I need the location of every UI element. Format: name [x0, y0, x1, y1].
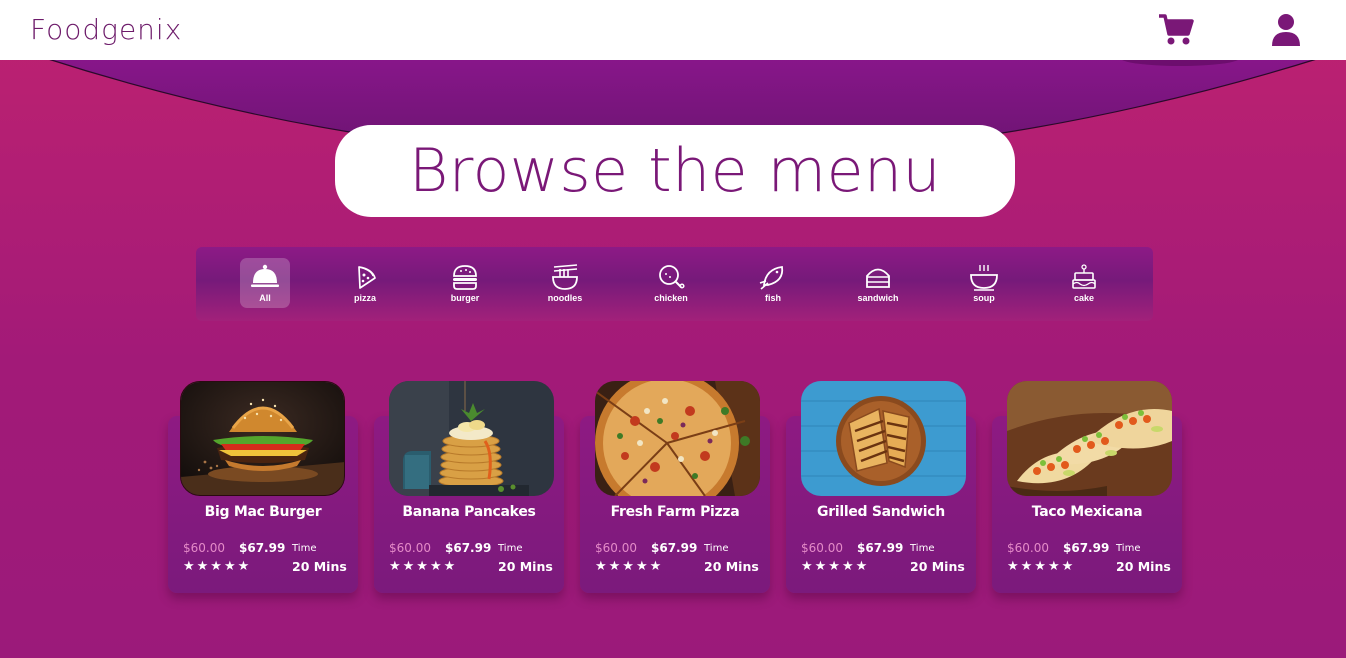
product-image-tacos [1007, 381, 1172, 496]
category-label: burger [450, 293, 480, 303]
current-price: $67.99 [857, 541, 904, 555]
user-account-button[interactable] [1270, 12, 1302, 48]
category-label: pizza [353, 293, 376, 303]
product-card[interactable]: Fresh Farm Pizza $60.00 $67.99 Time 20 M… [580, 381, 770, 593]
product-name: Fresh Farm Pizza [610, 504, 740, 520]
original-price: $60.00 [1007, 541, 1049, 555]
category-fish[interactable]: fish [748, 258, 798, 308]
category-burger[interactable]: burger [440, 258, 490, 308]
product-name: Banana Pancakes [402, 504, 536, 520]
original-price: $60.00 [389, 541, 431, 555]
category-label: soup [973, 293, 995, 303]
category-cake[interactable]: cake [1059, 258, 1109, 308]
time-label: Time [292, 543, 317, 554]
time-label: Time [704, 543, 729, 554]
product-name: Big Mac Burger [204, 504, 322, 520]
category-label: noodles [547, 293, 583, 303]
star-rating: ★★★★★ [389, 559, 458, 574]
product-image-pizza [595, 381, 760, 496]
cart-icon [1159, 14, 1194, 45]
product-card[interactable]: Grilled Sandwich $60.00 $67.99 Time 20 M… [786, 381, 976, 593]
time-label: Time [910, 543, 935, 554]
star-rating: ★★★★★ [801, 559, 870, 574]
time-label: Time [498, 543, 523, 554]
top-navbar: Foodgenix [0, 0, 1346, 60]
prep-time: 20 Mins [498, 559, 553, 574]
chicken-icon [659, 265, 685, 289]
sandwich-icon [866, 268, 890, 288]
page-title: Browse the menu [408, 136, 942, 206]
hero-title-box: Browse the menu [335, 125, 1015, 217]
product-image-sandwich [801, 381, 966, 496]
current-price: $67.99 [1063, 541, 1110, 555]
star-rating: ★★★★★ [595, 559, 664, 574]
star-rating: ★★★★★ [1007, 559, 1076, 574]
original-price: $60.00 [595, 541, 637, 555]
category-label: sandwich [857, 293, 899, 303]
category-noodles[interactable]: noodles [540, 258, 590, 308]
cloche-icon [251, 264, 279, 287]
category-label: All [259, 293, 271, 303]
brand-logo[interactable]: Foodgenix [30, 13, 182, 46]
category-sandwich[interactable]: sandwich [853, 258, 903, 308]
pizza-icon [358, 266, 376, 289]
current-price: $67.99 [239, 541, 286, 555]
user-icon [1272, 14, 1300, 46]
product-name: Grilled Sandwich [817, 504, 945, 520]
original-price: $60.00 [183, 541, 225, 555]
product-image-burger [180, 381, 345, 496]
category-label: chicken [654, 293, 688, 303]
category-chicken[interactable]: chicken [646, 258, 696, 308]
category-all[interactable]: All [240, 258, 290, 308]
star-rating: ★★★★★ [183, 559, 252, 574]
original-price: $60.00 [801, 541, 843, 555]
current-price: $67.99 [445, 541, 492, 555]
product-card[interactable]: Banana Pancakes $60.00 $67.99 Time 20 Mi… [374, 381, 564, 593]
category-filter-bar: All pizza burger noodles chicken fish sa… [196, 247, 1153, 321]
product-card[interactable]: Taco Mexicana $60.00 $67.99 Time 20 Mins… [992, 381, 1182, 593]
cart-button[interactable] [1158, 13, 1194, 47]
category-soup[interactable]: soup [959, 258, 1009, 308]
category-pizza[interactable]: pizza [340, 258, 390, 308]
current-price: $67.99 [651, 541, 698, 555]
burger-icon [453, 265, 477, 290]
product-name: Taco Mexicana [1031, 504, 1143, 520]
prep-time: 20 Mins [910, 559, 965, 574]
soup-icon [970, 265, 998, 291]
category-label: cake [1073, 293, 1095, 303]
prep-time: 20 Mins [1116, 559, 1171, 574]
product-image-pancakes [389, 381, 554, 496]
fish-icon [759, 265, 784, 290]
product-card[interactable]: Big Mac Burger $60.00 $67.99 Time 20 Min… [168, 381, 358, 593]
time-label: Time [1116, 543, 1141, 554]
noodles-icon [552, 264, 578, 290]
prep-time: 20 Mins [292, 559, 347, 574]
category-label: fish [764, 293, 781, 303]
prep-time: 20 Mins [704, 559, 759, 574]
cake-icon [1072, 264, 1096, 289]
